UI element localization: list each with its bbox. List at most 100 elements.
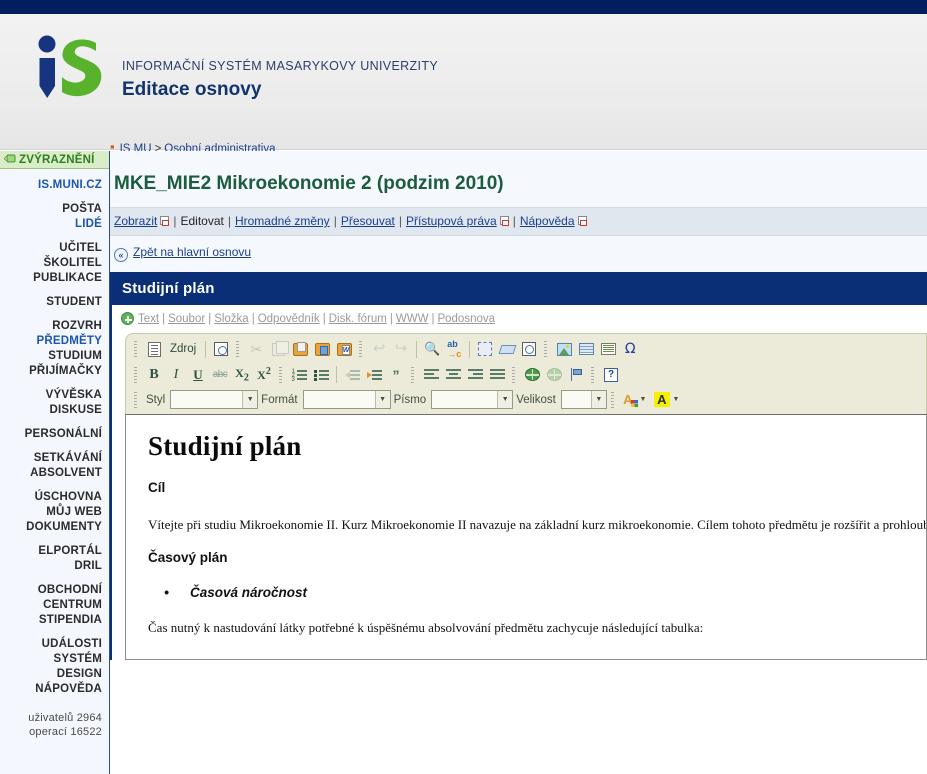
anchor-button[interactable] <box>565 364 587 385</box>
toolbar-grip-icon[interactable] <box>543 341 551 357</box>
superscript-button[interactable]: X2 <box>253 364 275 385</box>
paste-from-word-icon[interactable]: W <box>333 339 355 360</box>
about-button[interactable]: ? <box>600 364 622 385</box>
toolbar-grip-icon[interactable] <box>278 366 285 383</box>
replace-icon[interactable]: ab →c <box>443 339 465 360</box>
sidebar-item-syst-m[interactable]: SYSTÉM <box>0 652 102 667</box>
plus-circle-icon[interactable] <box>121 312 134 325</box>
toolbar-grip-icon[interactable] <box>410 366 417 383</box>
sidebar-item-student[interactable]: STUDENT <box>0 295 102 310</box>
find-icon[interactable]: 🔍 <box>421 339 443 360</box>
action-hromadn-zm-ny[interactable]: Hromadné změny <box>235 214 330 228</box>
special-character-icon[interactable]: Ω <box>619 339 641 360</box>
blockquote-button[interactable]: ” <box>385 364 407 385</box>
is-logo[interactable] <box>33 32 109 108</box>
background-color-button[interactable]: A ▼ <box>650 389 684 410</box>
sidebar-item--schovna[interactable]: ÚSCHOVNA <box>0 490 102 505</box>
sidebar-item-diskuse[interactable]: DISKUSE <box>0 403 102 418</box>
preview-icon[interactable] <box>210 339 232 360</box>
insert-link-button[interactable] <box>521 364 543 385</box>
bold-button[interactable]: B <box>143 364 165 385</box>
sidebar-item-is-muni-cz[interactable]: IS.MUNI.CZ <box>0 178 102 193</box>
sidebar-item--kolitel[interactable]: ŠKOLITEL <box>0 256 102 271</box>
back-to-main-outline-link[interactable]: Zpět na hlavní osnovu <box>133 245 251 259</box>
toolbar-grip-icon[interactable] <box>358 341 366 357</box>
sidebar-item-u-itel[interactable]: UČITEL <box>0 241 102 256</box>
toolbar-grip-icon[interactable] <box>235 341 243 357</box>
sidebar-item-m-j-web[interactable]: MŮJ WEB <box>0 505 102 520</box>
toolbar-grip-icon[interactable] <box>511 366 518 383</box>
add-odpov-dn-k[interactable]: Odpovědník <box>258 313 320 325</box>
toolbar-grip-icon[interactable] <box>590 366 597 383</box>
text-color-button[interactable]: A ▼ <box>620 389 650 410</box>
add-disk-f-rum[interactable]: Disk. fórum <box>329 313 387 325</box>
add-www[interactable]: WWW <box>396 313 429 325</box>
action-p-stupov-pr-va[interactable]: Přístupová práva <box>406 214 497 228</box>
bulleted-list-button[interactable] <box>310 364 332 385</box>
sidebar-item-design[interactable]: DESIGN <box>0 667 102 682</box>
increase-indent-button[interactable] <box>363 364 385 385</box>
align-center-button[interactable] <box>442 364 464 385</box>
action-zobrazit[interactable]: Zobrazit <box>114 214 157 228</box>
sidebar-item-v-v-ska[interactable]: VÝVĚSKA <box>0 388 102 403</box>
action-p-esouvat[interactable]: Přesouvat <box>341 214 395 228</box>
underline-button[interactable]: U <box>187 364 209 385</box>
remove-format-icon[interactable] <box>496 339 518 360</box>
sidebar-item-centrum[interactable]: CENTRUM <box>0 598 102 613</box>
sidebar-item-p-ij-ma-ky[interactable]: PŘIJÍMAČKY <box>0 364 102 379</box>
undo-icon[interactable]: ↩ <box>368 339 390 360</box>
size-select[interactable]: ▼ <box>560 390 607 409</box>
align-left-button[interactable] <box>420 364 442 385</box>
sidebar-item-dokumenty[interactable]: DOKUMENTY <box>0 520 102 535</box>
format-select[interactable]: ▼ <box>302 390 391 409</box>
italic-button[interactable]: I <box>165 364 187 385</box>
style-select[interactable]: ▼ <box>170 390 259 409</box>
sidebar-item-ud-losti[interactable]: UDÁLOSTI <box>0 637 102 652</box>
sidebar-item-setk-v-n-[interactable]: SETKÁVÁNÍ <box>0 451 102 466</box>
toolbar-grip-icon[interactable] <box>609 391 617 408</box>
subscript-button[interactable]: X2 <box>231 364 253 385</box>
justify-button[interactable] <box>486 364 508 385</box>
sidebar-item-dril[interactable]: DRIL <box>0 559 102 574</box>
paste-as-plain-text-icon[interactable] <box>311 339 333 360</box>
source-icon[interactable] <box>143 339 165 360</box>
horizontal-rule-icon[interactable] <box>597 339 619 360</box>
sidebar-item-po-ta[interactable]: POŠTA <box>0 202 102 217</box>
spellcheck-icon[interactable] <box>518 339 540 360</box>
font-select[interactable]: ▼ <box>431 390 514 409</box>
insert-table-icon[interactable] <box>575 339 597 360</box>
add-slo-ka[interactable]: Složka <box>214 313 249 325</box>
sidebar-item-p-edm-ty[interactable]: PŘEDMĚTY <box>0 334 102 349</box>
sidebar-item-n-pov-da[interactable]: NÁPOVĚDA <box>0 682 102 697</box>
sidebar-highlight-toggle[interactable]: ZVÝRAZNĚNÍ <box>0 151 109 169</box>
double-chevron-left-icon[interactable]: « <box>114 248 128 262</box>
insert-image-icon[interactable] <box>553 339 575 360</box>
sidebar-item-lid-[interactable]: LIDÉ <box>0 217 102 232</box>
unlink-button[interactable] <box>543 364 565 385</box>
sidebar-item-stipendia[interactable]: STIPENDIA <box>0 613 102 628</box>
paste-icon[interactable] <box>289 339 311 360</box>
source-button[interactable]: Zdroj <box>165 339 201 360</box>
decrease-indent-button[interactable] <box>341 364 363 385</box>
sidebar-item-studium[interactable]: STUDIUM <box>0 349 102 364</box>
action-n-pov-da[interactable]: Nápověda <box>520 214 575 228</box>
toolbar-grip-icon[interactable] <box>133 341 140 357</box>
align-right-button[interactable] <box>464 364 486 385</box>
select-all-icon[interactable] <box>474 339 496 360</box>
toolbar-grip-icon[interactable] <box>133 366 140 383</box>
add-podosnova[interactable]: Podosnova <box>437 313 495 325</box>
cut-icon[interactable]: ✂ <box>245 339 267 360</box>
strikethrough-button[interactable]: abc <box>209 364 231 385</box>
editor-content-area[interactable]: Studijní plán Cíl Vítejte při studiu Mik… <box>125 414 927 660</box>
add-text[interactable]: Text <box>138 313 159 325</box>
numbered-list-button[interactable]: 123 <box>288 364 310 385</box>
sidebar-item-elport-l[interactable]: ELPORTÁL <box>0 544 102 559</box>
redo-icon[interactable]: ↪ <box>390 339 412 360</box>
sidebar-item-obchodn-[interactable]: OBCHODNÍ <box>0 583 102 598</box>
copy-icon[interactable] <box>267 339 289 360</box>
sidebar-item-rozvrh[interactable]: ROZVRH <box>0 319 102 334</box>
add-soubor[interactable]: Soubor <box>168 313 205 325</box>
sidebar-item-person-ln-[interactable]: PERSONÁLNÍ <box>0 427 102 442</box>
toolbar-grip-icon[interactable] <box>133 391 140 408</box>
sidebar-item-publikace[interactable]: PUBLIKACE <box>0 271 102 286</box>
